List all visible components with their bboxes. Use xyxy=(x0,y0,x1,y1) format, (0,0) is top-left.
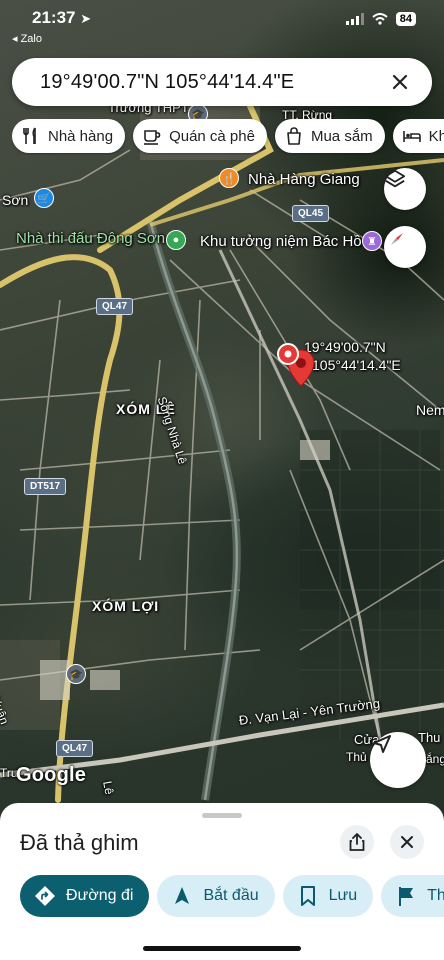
close-icon xyxy=(392,74,408,90)
map-label-nem: Nem xyxy=(416,402,444,418)
chip-label: Khá xyxy=(428,127,444,145)
stadium-poi-icon[interactable]: ● xyxy=(166,230,186,250)
navigation-arrow-icon xyxy=(175,887,190,904)
chip-shopping[interactable]: Mua sắm xyxy=(274,119,385,153)
action-label: Thê xyxy=(427,887,444,904)
close-icon xyxy=(401,836,413,848)
map-label-xom-loi: XÓM LỢI xyxy=(92,598,160,614)
battery-indicator: 84 xyxy=(395,12,416,26)
hotel-icon xyxy=(402,131,421,142)
bookmark-icon xyxy=(300,886,315,906)
compass-icon xyxy=(391,233,403,245)
home-indicator[interactable] xyxy=(143,946,301,951)
clear-search-button[interactable] xyxy=(386,68,414,96)
shopping-cart-poi-icon[interactable]: 🛒 xyxy=(34,188,54,208)
chip-restaurants[interactable]: Nhà hàng xyxy=(12,119,126,153)
status-bar: 21:37 ➤ ◂ Zalo 84 xyxy=(0,0,444,46)
map-label-pin-lng: 105°44'14.4"E xyxy=(312,357,401,373)
road-shield-dt517: DT517 xyxy=(24,478,67,495)
share-button[interactable] xyxy=(340,825,374,859)
my-location-button[interactable] xyxy=(370,732,426,788)
chip-label: Nhà hàng xyxy=(48,127,114,145)
chip-label: Quán cà phê xyxy=(169,127,255,145)
category-chips: Nhà hàng Quán cà phê Mua sắm Khá xyxy=(12,119,444,155)
pin-shadow-marker-icon xyxy=(277,343,299,365)
map-label-stadium[interactable]: Nhà thi đấu Đông Sơn xyxy=(16,230,165,247)
map-label-pin-lat: 19°49'00.7"N xyxy=(304,339,386,355)
save-button[interactable]: Lưu xyxy=(282,875,374,917)
sheet-drag-handle[interactable] xyxy=(202,813,242,818)
search-bar[interactable]: 19°49'00.7"N 105°44'14.4"E xyxy=(12,58,432,106)
sheet-title: Đã thả ghim xyxy=(20,830,139,855)
school-poi-bottom-icon[interactable]: 🎓 xyxy=(66,664,86,684)
restaurant-poi-icon[interactable]: 🍴 xyxy=(219,168,239,188)
memorial-poi-icon[interactable]: ♜ xyxy=(362,231,382,251)
add-label-button[interactable]: Thê xyxy=(381,875,444,917)
restaurant-icon xyxy=(23,127,36,144)
chip-hotels[interactable]: Khá xyxy=(392,119,444,153)
location-arrow-icon: ➤ xyxy=(80,11,92,26)
chip-label: Mua sắm xyxy=(310,127,373,145)
road-shield-ql45: QL45 xyxy=(292,205,330,222)
signal-icon xyxy=(345,13,364,25)
action-label: Lưu xyxy=(328,887,358,904)
status-time: 21:37 ➤ xyxy=(32,8,92,27)
map-label-memorial[interactable]: Khu tưởng niệm Bác Hồ xyxy=(200,233,362,250)
road-shield-ql47-bottom: QL47 xyxy=(56,740,94,757)
compass-button[interactable] xyxy=(384,226,426,268)
close-sheet-button[interactable] xyxy=(390,825,424,859)
map-label-son: Sơn xyxy=(2,192,29,208)
map-label-thu-bottom: Thủ xyxy=(346,750,367,764)
status-indicators: 84 xyxy=(345,12,416,26)
map-label-le-bottom: Lê xyxy=(100,780,117,796)
coffee-icon xyxy=(144,130,161,145)
navigation-arrow-icon xyxy=(373,735,391,753)
wifi-icon xyxy=(372,13,388,25)
back-to-app-link[interactable]: ◂ Zalo xyxy=(12,32,42,45)
chip-cafes[interactable]: Quán cà phê xyxy=(133,119,267,153)
map-label-restaurant[interactable]: Nhà Hàng Giang xyxy=(248,171,360,188)
search-input[interactable]: 19°49'00.7"N 105°44'14.4"E xyxy=(40,71,386,94)
road-shield-ql47: QL47 xyxy=(96,298,134,315)
map-label-thu-right: Thu xyxy=(418,730,441,745)
action-label: Bắt đầu xyxy=(203,887,259,904)
action-buttons: Đường đi Bắt đầu Lưu Thê xyxy=(20,875,444,917)
flag-icon xyxy=(399,887,414,906)
shopping-bag-icon xyxy=(287,127,301,145)
layers-icon xyxy=(384,169,406,188)
action-label: Đường đi xyxy=(66,887,134,904)
start-button[interactable]: Bắt đầu xyxy=(157,875,275,917)
share-icon xyxy=(349,833,365,851)
directions-button[interactable]: Đường đi xyxy=(20,875,150,917)
layers-button[interactable] xyxy=(384,168,426,210)
bottom-sheet[interactable]: Đã thả ghim Đường đi Bắt đầu Lưu Th xyxy=(0,803,444,960)
directions-icon xyxy=(35,886,55,906)
google-logo: Google xyxy=(16,764,87,786)
